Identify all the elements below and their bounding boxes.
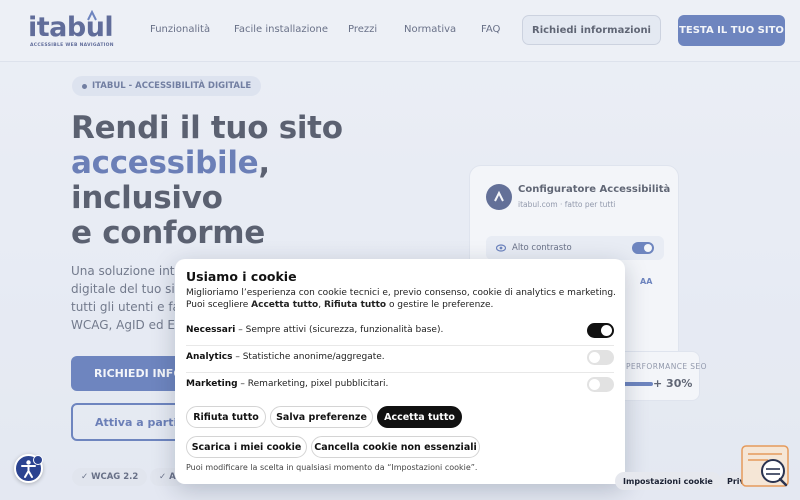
help-chat-icon[interactable] [740, 445, 790, 489]
cookie-dialog-description-1: Miglioriamo l’esperienza con cookie tecn… [186, 288, 616, 298]
accept-all-button[interactable]: Accetta tutto [377, 406, 462, 428]
necessary-desc: – Sempre attivi (sicurezza, funzionalità… [235, 325, 444, 335]
necessary-text: Necessari – Sempre attivi (sicurezza, fu… [186, 325, 443, 335]
marketing-toggle[interactable] [587, 377, 614, 392]
analytics-toggle-knob [589, 352, 600, 363]
necessary-name: Necessari [186, 325, 236, 335]
marketing-desc: – Remarketing, pixel pubblicitari. [237, 379, 389, 389]
cookie-dialog-title: Usiamo i cookie [186, 269, 297, 284]
marketing-text: Marketing – Remarketing, pixel pubblicit… [186, 379, 388, 389]
desc-suffix: o gestire le preferenze. [386, 300, 494, 310]
desc-prefix: Puoi scegliere [186, 300, 252, 310]
cookie-category-necessary: Necessari – Sempre attivi (sicurezza, fu… [186, 319, 614, 345]
analytics-text: Analytics – Statistiche anonime/aggregat… [186, 352, 385, 362]
marketing-name: Marketing [186, 379, 238, 389]
cookie-settings-link[interactable]: Impostazioni cookie [615, 472, 721, 490]
cookie-category-marketing: Marketing – Remarketing, pixel pubblicit… [186, 373, 614, 399]
delete-nonessential-cookies-button[interactable]: Cancella cookie non essenziali [311, 436, 480, 458]
marketing-toggle-knob [589, 379, 600, 390]
desc-accept-all: Accetta tutto [251, 300, 319, 310]
analytics-name: Analytics [186, 352, 233, 362]
cookie-category-analytics: Analytics – Statistiche anonime/aggregat… [186, 346, 614, 372]
necessary-toggle-knob [601, 325, 612, 336]
desc-reject-all: Rifiuta tutto [323, 300, 387, 310]
analytics-desc: – Statistiche anonime/aggregate. [232, 352, 385, 362]
cookie-dialog-description-2: Puoi scegliere Accetta tutto, Rifiuta tu… [186, 300, 493, 310]
save-preferences-button[interactable]: Salva preferenze [270, 406, 373, 428]
reject-all-button[interactable]: Rifiuta tutto [186, 406, 266, 428]
cookie-footer-note: Puoi modificare la scelta in qualsiasi m… [186, 463, 478, 472]
accessibility-badge-icon [33, 455, 43, 465]
necessary-toggle[interactable] [587, 323, 614, 338]
analytics-toggle[interactable] [587, 350, 614, 365]
download-cookies-button[interactable]: Scarica i miei cookie [186, 436, 307, 458]
cookie-consent-dialog: Usiamo i cookie Miglioriamo l’esperienza… [175, 259, 625, 484]
